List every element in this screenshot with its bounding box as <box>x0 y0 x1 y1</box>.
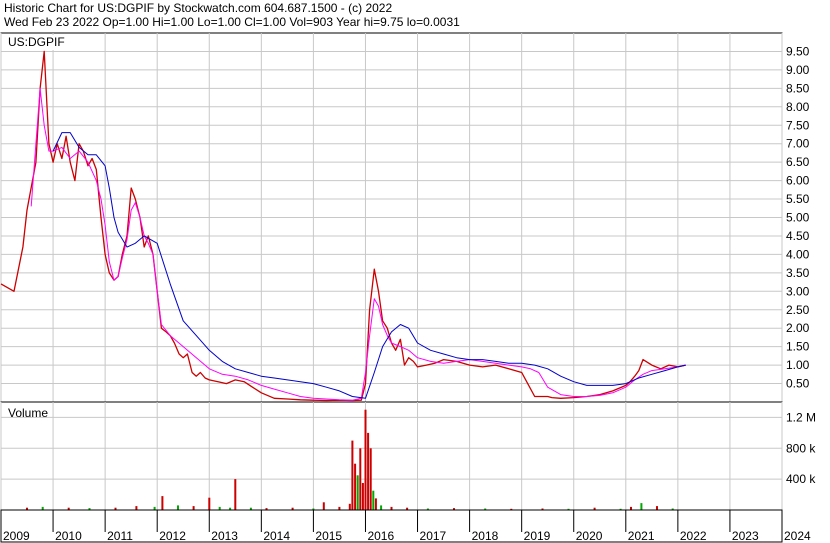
price-panel-title: US:DGPIF <box>8 35 65 49</box>
volume-bar <box>348 503 351 510</box>
volume-bar <box>367 432 370 510</box>
volume-bar <box>177 505 179 510</box>
price-y-tick-label: 7.50 <box>786 118 810 132</box>
x-tick-label: 2009 <box>3 529 30 543</box>
x-tick-label: 2013 <box>211 529 238 543</box>
x-axis: 2009 2010 2011 2012 2013 2014 2015 2016 2017 2018… <box>0 509 811 543</box>
volume-bar <box>364 409 367 510</box>
volume-bar <box>374 498 377 510</box>
price-y-tick-label: 1.50 <box>786 340 810 354</box>
volume-bar <box>234 479 237 510</box>
price-y-tick-label: 4.50 <box>786 229 810 243</box>
x-tick-label: 2022 <box>680 529 707 543</box>
volume-bar <box>351 440 354 510</box>
x-tick-label: 2017 <box>420 529 447 543</box>
volume-panel: 400 k 800 k 1.2 M Volume <box>0 401 816 511</box>
x-tick-label: 2019 <box>524 529 551 543</box>
x-tick-label: 2020 <box>576 529 603 543</box>
x-tick-label: 2021 <box>628 529 655 543</box>
price-y-axis: 0.50 1.00 1.50 2.00 2.50 3.00 3.50 4.00 4.50 5.00… <box>786 44 810 390</box>
volume-bar <box>640 503 643 510</box>
price-panel: 0.50 1.00 1.50 2.00 2.50 3.00 3.50 4.00 4.50 5.00… <box>0 32 810 403</box>
volume-bar <box>361 483 364 510</box>
price-y-tick-label: 7.00 <box>786 137 810 151</box>
stock-chart: Historic Chart for US:DGPIF by Stockwatc… <box>0 0 830 543</box>
price-y-tick-label: 6.50 <box>786 155 810 169</box>
price-y-tick-label: 2.50 <box>786 303 810 317</box>
price-y-tick-label: 2.00 <box>786 321 810 335</box>
volume-bar <box>372 490 375 510</box>
volume-panel-title: Volume <box>8 406 48 420</box>
x-tick-label: 2011 <box>107 529 133 543</box>
volume-bar <box>356 475 359 510</box>
x-tick-label: 2018 <box>472 529 499 543</box>
volume-bar <box>208 497 211 510</box>
price-y-tick-label: 6.00 <box>786 174 810 188</box>
price-y-tick-label: 3.00 <box>786 284 810 298</box>
price-y-tick-label: 8.00 <box>786 100 810 114</box>
volume-bar <box>161 496 164 510</box>
volume-bar <box>192 506 195 510</box>
price-y-tick-label: 1.00 <box>786 358 810 372</box>
volume-y-tick-label: 1.2 M <box>786 410 816 424</box>
x-tick-label: 2012 <box>159 529 186 543</box>
volume-bar <box>380 505 383 510</box>
volume-panel-frame <box>0 401 783 511</box>
price-y-tick-label: 9.50 <box>786 44 810 58</box>
volume-bar <box>656 506 658 510</box>
x-tick-label: 2014 <box>263 529 290 543</box>
volume-bar <box>369 448 372 510</box>
volume-bar <box>322 502 325 510</box>
volume-y-tick-label: 800 k <box>786 441 816 455</box>
chart-svg: 0.50 1.00 1.50 2.00 2.50 3.00 3.50 4.00 4.50 5.00… <box>0 32 816 543</box>
price-y-tick-label: 0.50 <box>786 377 810 391</box>
price-y-tick-label: 5.50 <box>786 192 810 206</box>
x-tick-label: 2010 <box>55 529 82 543</box>
volume-bar <box>135 506 138 510</box>
volume-y-tick-label: 400 k <box>786 472 816 486</box>
volume-bar <box>354 463 357 510</box>
price-y-tick-label: 8.50 <box>786 81 810 95</box>
price-y-tick-label: 3.50 <box>786 266 810 280</box>
volume-bar <box>359 448 362 510</box>
x-tick-label: 2016 <box>367 529 394 543</box>
x-tick-label: 2024 <box>784 529 811 543</box>
x-tick-label: 2023 <box>732 529 759 543</box>
price-y-tick-label: 5.00 <box>786 211 810 225</box>
price-grid <box>0 33 783 402</box>
x-tick-label: 2015 <box>315 529 342 543</box>
price-y-tick-label: 9.00 <box>786 63 810 77</box>
price-y-tick-label: 4.00 <box>786 247 810 261</box>
volume-y-axis: 400 k 800 k 1.2 M <box>786 410 816 486</box>
